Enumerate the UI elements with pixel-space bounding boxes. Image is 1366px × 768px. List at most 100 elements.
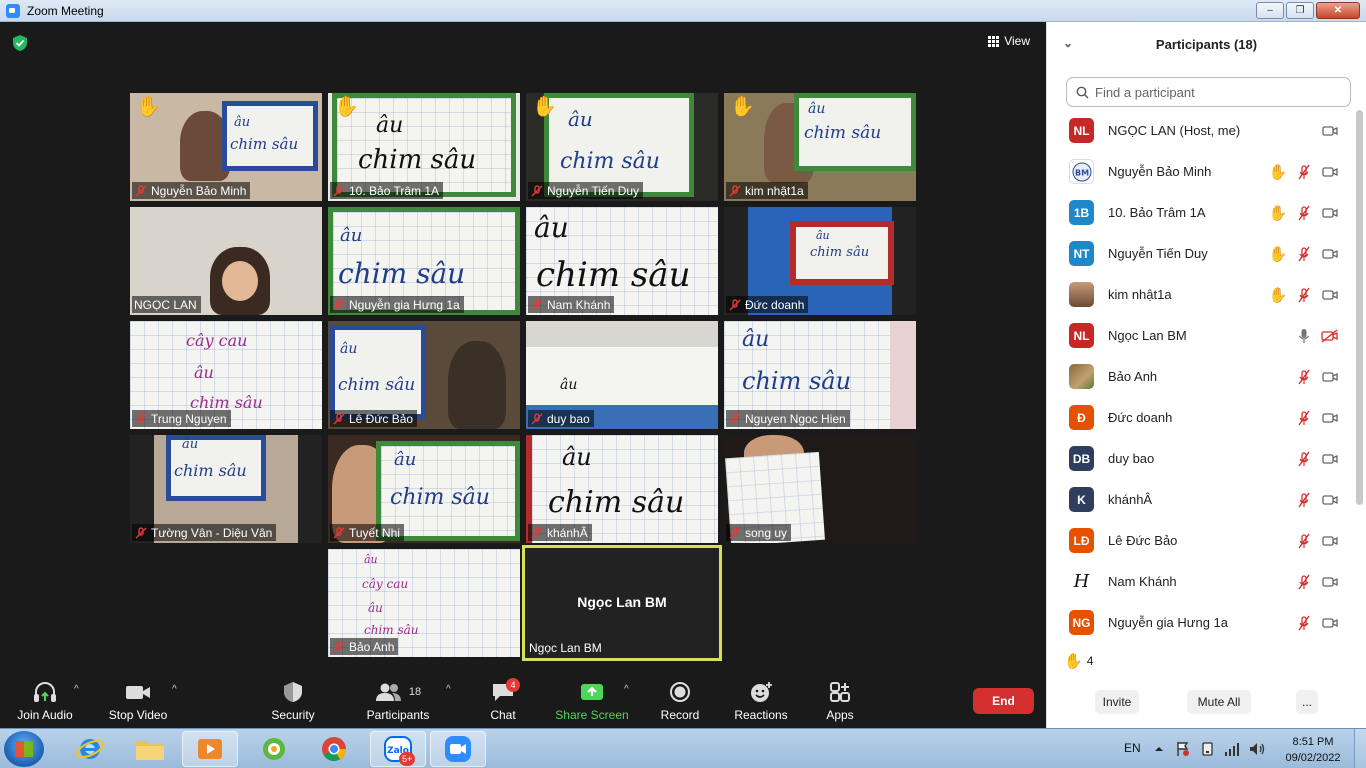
search-input[interactable] <box>1095 84 1335 100</box>
participant-row[interactable]: kim nhật1a ✋ <box>1047 274 1357 315</box>
avatar: DB <box>1069 446 1094 471</box>
media-player-taskbar-button[interactable] <box>182 731 238 767</box>
video-tile[interactable]: âu cây cau âu chim sâu Bảo Anh <box>328 549 520 657</box>
video-tile[interactable]: âu chim sâu ✋ Nguyễn Bảo Minh <box>130 93 322 201</box>
video-tile[interactable]: âu chim sâu ✋ 10. Bảo Trâm 1A <box>328 93 520 201</box>
video-tile[interactable]: song uy <box>724 435 916 543</box>
participant-list-scrollbar[interactable] <box>1356 110 1363 505</box>
view-button[interactable]: View <box>988 34 1030 48</box>
reactions-button[interactable]: Reactions <box>732 678 790 722</box>
coccoc-browser-icon <box>263 738 285 760</box>
input-language[interactable]: EN <box>1124 741 1141 755</box>
video-tile[interactable]: âu duy bao <box>526 321 718 429</box>
participant-row[interactable]: BM Nguyễn Bảo Minh ✋ <box>1047 151 1357 192</box>
raised-hand-icon: ✋ <box>1268 204 1288 222</box>
avatar-photo <box>1069 364 1094 389</box>
join-audio-button[interactable]: Join Audio <box>12 678 78 722</box>
board-text: âu <box>194 363 214 382</box>
video-tile[interactable]: âu chim sâu Nam Khánh <box>526 207 718 315</box>
internet-explorer-taskbar-button[interactable] <box>62 731 118 767</box>
board-text: âu <box>234 115 251 130</box>
security-shield-icon <box>284 682 302 702</box>
video-tile[interactable]: âu chim sâu ✋ Nguyễn Tiến Duy <box>526 93 718 201</box>
muted-mic-icon <box>333 184 345 196</box>
participant-row[interactable]: H Nam Khánh <box>1047 561 1357 602</box>
participants-button[interactable]: 18 Participants <box>364 678 432 722</box>
video-tile[interactable]: âu chim sâu Nguyen Ngoc Hien <box>724 321 916 429</box>
board-text: chim sâu <box>560 149 660 174</box>
more-options-button[interactable]: ... <box>1296 690 1318 714</box>
participant-face <box>222 261 258 301</box>
network-signal-icon[interactable] <box>1224 741 1240 757</box>
participant-name: 10. Bảo Trâm 1A <box>1108 205 1206 220</box>
chat-button[interactable]: Chat 4 <box>482 678 524 722</box>
muted-mic-icon <box>729 298 741 310</box>
video-tile[interactable]: âu chim sâu Đức doanh <box>724 207 916 315</box>
chrome-taskbar-button[interactable] <box>306 731 362 767</box>
reactions-smiley-icon <box>751 682 772 702</box>
participant-row[interactable]: NL NGỌC LAN (Host, me) <box>1047 110 1357 151</box>
encryption-shield-icon[interactable] <box>12 34 28 52</box>
video-tile[interactable]: âu chim sâu Tuyết Nhi <box>328 435 520 543</box>
participant-row[interactable]: Đ Đức doanh <box>1047 397 1357 438</box>
muted-mic-icon <box>333 412 345 424</box>
start-button[interactable] <box>4 731 44 767</box>
close-button[interactable]: ✕ <box>1316 2 1360 19</box>
zoom-taskbar-button[interactable] <box>430 731 486 767</box>
security-button[interactable]: Security <box>264 678 322 722</box>
muted-mic-icon <box>729 526 741 538</box>
participant-row[interactable]: K khánhÂ <box>1047 479 1357 520</box>
video-tile[interactable]: âu chim sâu Tường Vân - Diệu Vân <box>130 435 322 543</box>
show-desktop-button[interactable] <box>1354 729 1366 768</box>
audio-options-caret-icon[interactable]: ^ <box>74 684 79 695</box>
participant-name: Bảo Anh <box>1108 369 1158 384</box>
zalo-taskbar-button[interactable]: Zalo 5+ <box>370 731 426 767</box>
video-tile[interactable]: âu chim sâu Lê Đức Bảo <box>328 321 520 429</box>
participant-name: Nguyễn Bảo Minh <box>1108 164 1212 179</box>
coc-coc-taskbar-button[interactable] <box>246 731 302 767</box>
muted-mic-icon <box>1298 492 1310 507</box>
mute-all-button[interactable]: Mute All <box>1187 690 1251 714</box>
restore-button[interactable]: ❐ <box>1286 2 1314 19</box>
end-meeting-button[interactable]: End <box>973 688 1034 714</box>
video-options-caret-icon[interactable]: ^ <box>172 684 177 695</box>
muted-mic-icon <box>333 526 345 538</box>
record-button[interactable]: Record <box>656 678 704 722</box>
active-speaker-tile[interactable]: Ngọc Lan BM Ngọc Lan BM <box>522 545 722 661</box>
invite-button[interactable]: Invite <box>1095 690 1139 714</box>
participant-row[interactable]: NT Nguyễn Tiến Duy ✋ <box>1047 233 1357 274</box>
action-center-flag-icon[interactable] <box>1176 741 1190 757</box>
board-text: cây cau <box>186 331 248 350</box>
participant-row[interactable]: NL Ngọc Lan BM <box>1047 315 1357 356</box>
device-icon[interactable] <box>1200 741 1216 757</box>
muted-mic-icon <box>531 298 543 310</box>
video-tile[interactable]: NGỌC LAN <box>130 207 322 315</box>
participant-row[interactable]: Bảo Anh <box>1047 356 1357 397</box>
volume-icon[interactable] <box>1248 741 1266 757</box>
share-options-caret-icon[interactable]: ^ <box>624 684 629 695</box>
participant-search[interactable] <box>1066 77 1351 107</box>
muted-mic-icon <box>531 184 543 196</box>
show-hidden-icons-icon[interactable] <box>1154 744 1164 754</box>
participants-options-caret-icon[interactable]: ^ <box>446 684 451 695</box>
system-clock[interactable]: 8:51 PM 09/02/2022 <box>1282 734 1344 766</box>
share-screen-button[interactable]: Share Screen <box>554 678 630 722</box>
participant-row[interactable]: NG Nguyễn gia Hưng 1a <box>1047 602 1357 636</box>
participant-row[interactable]: 1B 10. Bảo Trâm 1A ✋ <box>1047 192 1357 233</box>
video-tile[interactable]: âu chim sâu ✋ kim nhật1a <box>724 93 916 201</box>
chevron-down-icon[interactable]: ⌄ <box>1063 36 1073 50</box>
apps-button[interactable]: Apps <box>822 678 858 722</box>
board-text: âu <box>742 327 770 352</box>
video-tile[interactable]: cây cau âu chim sâu Trung Nguyen <box>130 321 322 429</box>
video-tile[interactable]: âu chim sâu Nguyễn gia Hưng 1a <box>328 207 520 315</box>
raised-hand-icon: ✋ <box>334 96 359 118</box>
video-on-icon <box>1322 207 1338 218</box>
participant-row[interactable]: DB duy bao <box>1047 438 1357 479</box>
file-explorer-taskbar-button[interactable] <box>122 731 178 767</box>
board-text: âu <box>816 229 830 242</box>
avatar: H <box>1069 569 1094 594</box>
stop-video-button[interactable]: Stop Video <box>104 678 172 722</box>
minimize-button[interactable]: – <box>1256 2 1284 19</box>
video-tile[interactable]: âu chim sâu khánhÂ <box>526 435 718 543</box>
participant-row[interactable]: LĐ Lê Đức Bảo <box>1047 520 1357 561</box>
